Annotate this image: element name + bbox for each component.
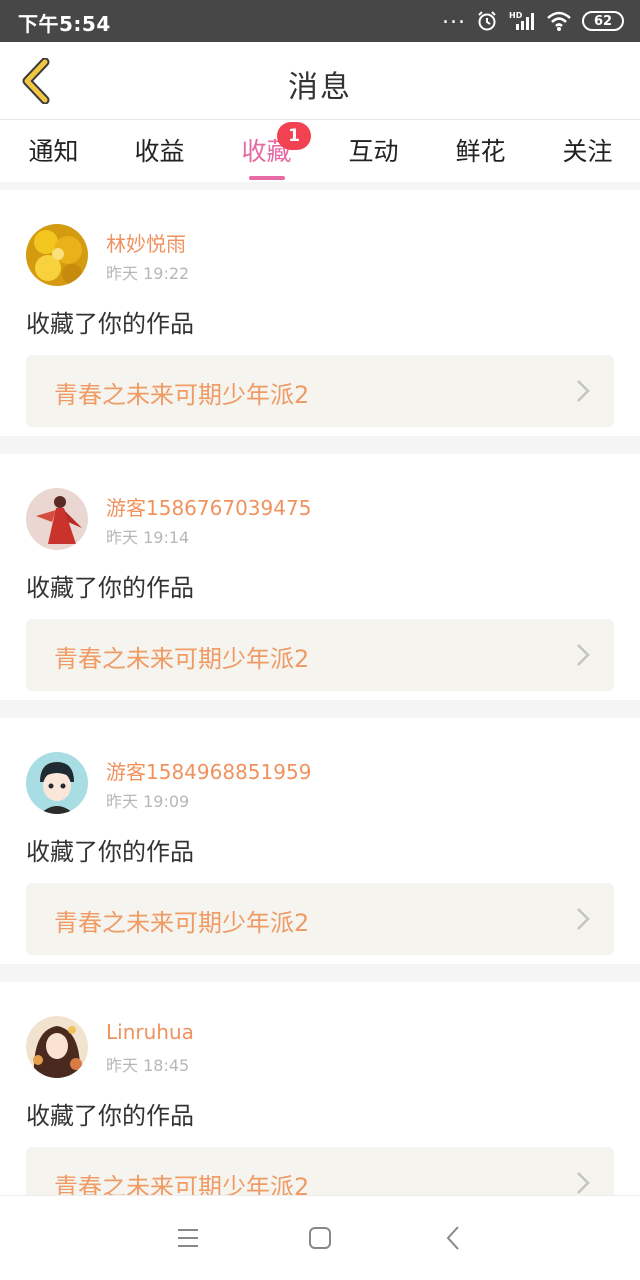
home-square-icon [309,1227,331,1249]
action-text: 收藏了你的作品 [26,1102,194,1130]
battery-level: 62 [593,13,613,29]
active-tab-indicator [249,176,285,180]
message-card: 游客1584968851959 昨天 19:09 收藏了你的作品 青春之未来可期… [0,718,640,964]
status-time: 下午5:54 [18,12,111,36]
work-link[interactable]: 青春之未来可期少年派2 [26,1147,614,1195]
svg-text:HD: HD [509,11,523,20]
chevron-right-icon [577,644,590,666]
tab-label: 关注 [562,137,613,166]
work-title: 青春之未来可期少年派2 [54,381,310,409]
back-triangle-icon [446,1226,459,1250]
avatar[interactable] [26,752,88,814]
message-card: Linruhua 昨天 18:45 收藏了你的作品 青春之未来可期少年派2 [0,982,640,1195]
menu-button[interactable] [170,1222,206,1254]
chevron-right-icon [577,908,590,930]
action-text: 收藏了你的作品 [26,838,194,866]
page-title: 消息 [288,70,352,105]
work-link[interactable]: 青春之未来可期少年派2 [26,619,614,691]
hd-signal-icon: HD [509,11,534,30]
status-bar: 下午5:54 ... HD 62 [0,0,640,42]
tab-flowers[interactable]: 鲜花 [427,128,534,180]
message-feed[interactable]: 林妙悦雨 昨天 19:22 收藏了你的作品 青春之未来可期少年派2 游客1586… [0,182,640,1195]
system-nav-bar [0,1195,640,1280]
timestamp: 昨天 19:22 [106,264,190,283]
header: 消息 [0,42,640,120]
tab-label: 鲜花 [455,137,506,166]
username[interactable]: 林妙悦雨 [106,228,186,257]
chevron-right-icon [577,380,590,402]
cartoon-boy-avatar-icon [26,752,88,814]
tab-bar: 通知 收益 收藏 1 互动 鲜花 关注 [0,120,640,182]
status-icons: ... HD 62 [442,4,624,35]
red-dress-figure-avatar-icon [26,488,88,550]
avatar[interactable] [26,488,88,550]
wifi-icon [547,11,571,31]
chevron-right-icon [577,1172,590,1194]
notification-badge: 1 [277,122,311,150]
username[interactable]: 游客1586767039475 [106,492,311,521]
menu-icon [178,1229,198,1247]
tab-interactions[interactable]: 互动 [320,128,427,180]
work-link[interactable]: 青春之未来可期少年派2 [26,883,614,955]
work-link[interactable]: 青春之未来可期少年派2 [26,355,614,427]
work-title: 青春之未来可期少年派2 [54,645,310,673]
tab-favorites[interactable]: 收藏 1 [213,122,320,180]
username[interactable]: Linruhua [106,1020,194,1044]
tab-label: 通知 [28,137,79,166]
tab-follow[interactable]: 关注 [534,128,640,180]
action-text: 收藏了你的作品 [26,574,194,602]
alarm-icon [478,11,496,31]
message-card: 游客1586767039475 昨天 19:14 收藏了你的作品 青春之未来可期… [0,454,640,700]
message-card: 林妙悦雨 昨天 19:22 收藏了你的作品 青春之未来可期少年派2 [0,190,640,436]
work-title: 青春之未来可期少年派2 [54,1173,310,1195]
yellow-flowers-avatar-icon [26,224,88,286]
battery-icon: 62 [582,11,624,31]
more-dots: ... [442,4,466,29]
tab-label: 收益 [134,137,185,166]
tab-label: 互动 [348,137,399,166]
avatar[interactable] [26,1016,88,1078]
work-title: 青春之未来可期少年派2 [54,909,310,937]
avatar[interactable] [26,224,88,286]
timestamp: 昨天 19:14 [106,528,190,547]
tab-notifications[interactable]: 通知 [0,128,107,180]
action-text: 收藏了你的作品 [26,310,194,338]
system-back-button[interactable] [436,1222,472,1254]
username[interactable]: 游客1584968851959 [106,756,311,785]
timestamp: 昨天 18:45 [106,1056,190,1075]
anime-girl-avatar-icon [26,1016,88,1078]
tab-earnings[interactable]: 收益 [106,128,213,180]
home-button[interactable] [302,1222,338,1254]
timestamp: 昨天 19:09 [106,792,190,811]
